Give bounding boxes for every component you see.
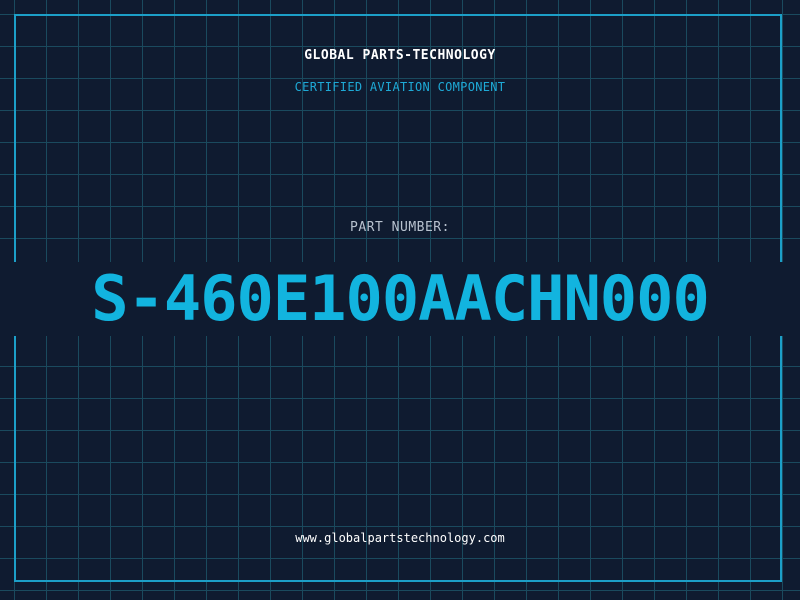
part-label-card: GLOBAL PARTS-TECHNOLOGY CERTIFIED AVIATI…: [0, 0, 800, 600]
website-url: www.globalpartstechnology.com: [295, 531, 505, 545]
part-number-label: PART NUMBER:: [350, 220, 450, 235]
certification-subtitle: CERTIFIED AVIATION COMPONENT: [294, 80, 506, 94]
company-name: GLOBAL PARTS-TECHNOLOGY: [304, 48, 496, 63]
part-number-value: S-460E100AACHN000: [91, 262, 710, 335]
